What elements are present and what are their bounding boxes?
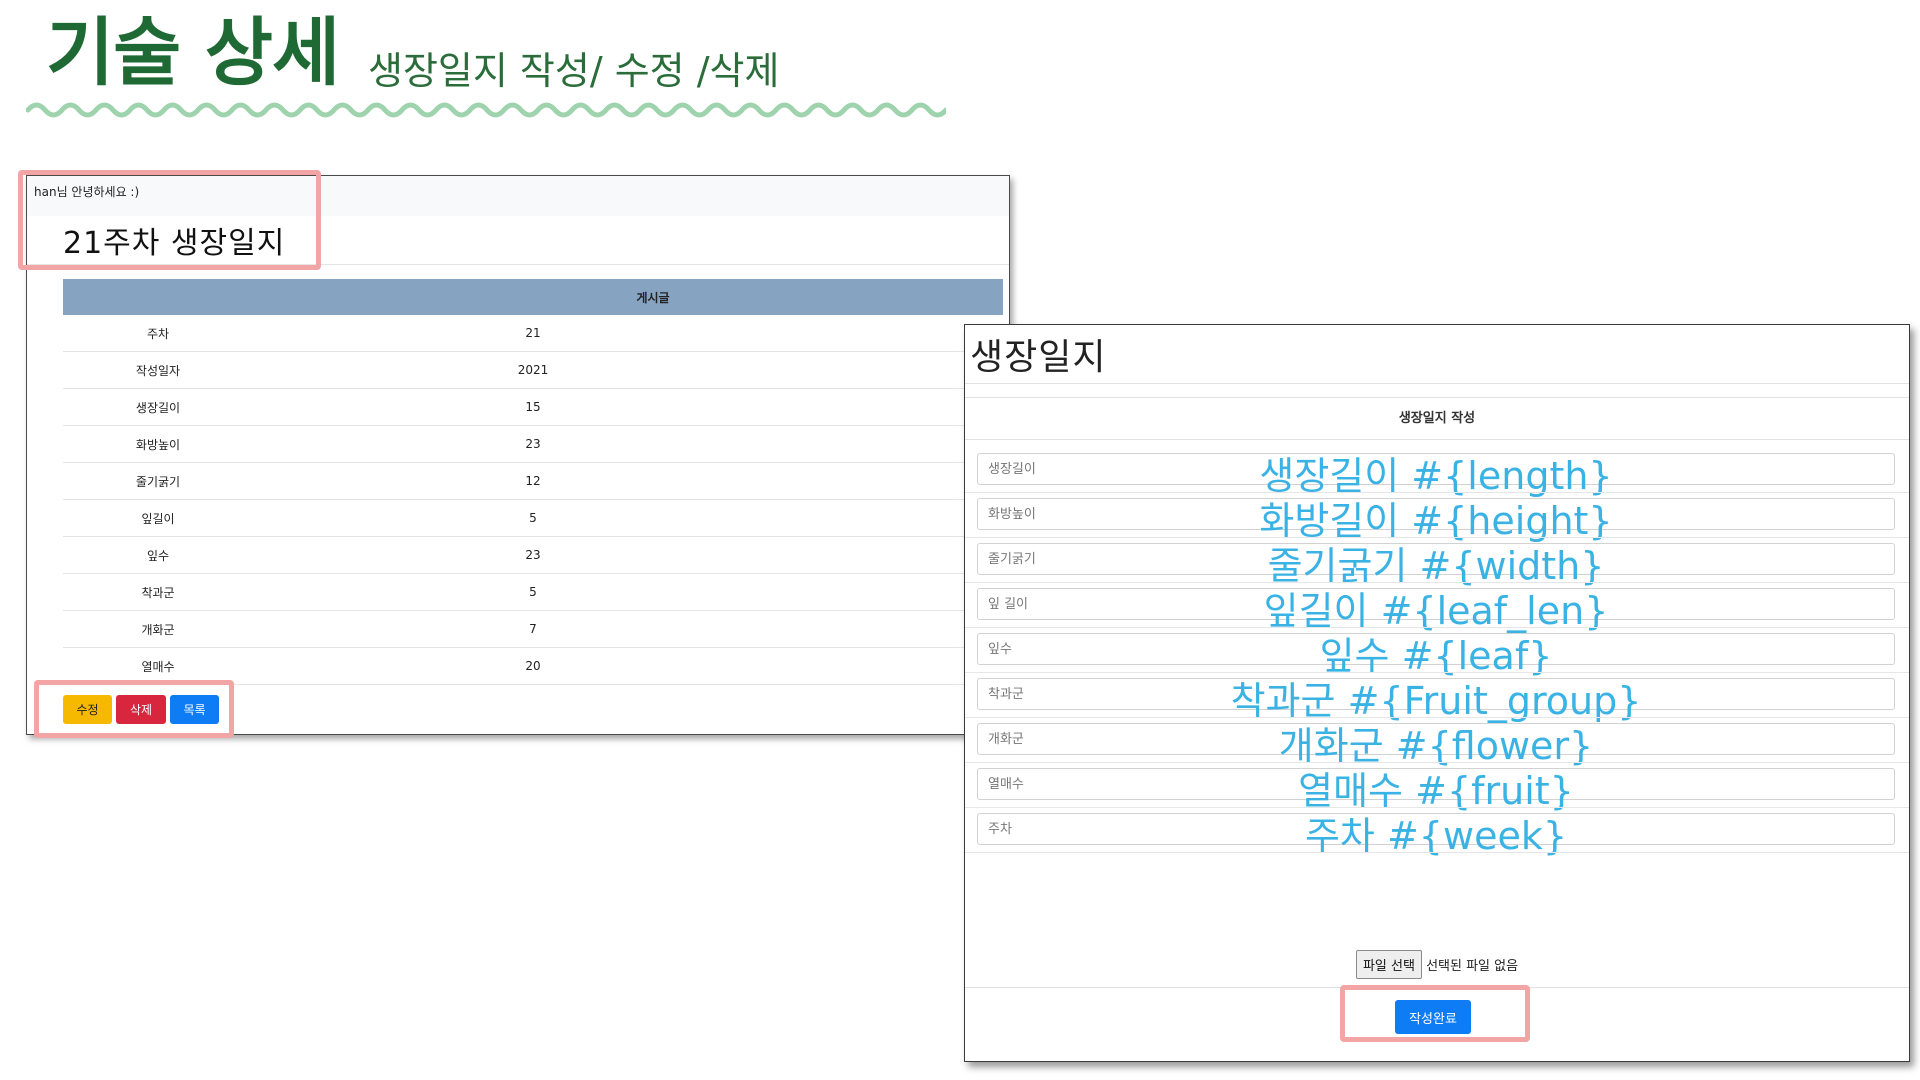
form-input[interactable] xyxy=(977,453,1895,485)
row-label: 잎수 xyxy=(63,536,253,574)
form-input[interactable] xyxy=(977,588,1895,620)
row-label: 잎길이 xyxy=(63,499,253,537)
highlight-title-box xyxy=(18,170,321,270)
row-label: 작성일자 xyxy=(63,351,253,389)
divider xyxy=(965,672,1909,673)
row-value: 2021 xyxy=(253,351,813,389)
row-label: 착과군 xyxy=(63,573,253,611)
table-row: 개화군 7 xyxy=(63,610,1003,648)
divider xyxy=(965,852,1909,853)
divider xyxy=(965,383,1909,384)
row-label: 줄기굵기 xyxy=(63,462,253,500)
row-value: 7 xyxy=(253,610,813,648)
row-value: 12 xyxy=(253,462,813,500)
divider xyxy=(965,807,1909,808)
divider xyxy=(965,492,1909,493)
table-row: 잎수 23 xyxy=(63,536,1003,574)
row-value: 5 xyxy=(253,573,813,611)
table-row: 열매수 20 xyxy=(63,647,1003,685)
wave-underline xyxy=(26,102,946,118)
divider xyxy=(965,439,1909,440)
row-label: 주차 xyxy=(63,315,253,352)
file-select-button[interactable]: 파일 선택 xyxy=(1355,950,1422,979)
row-value: 21 xyxy=(253,315,813,352)
row-value: 23 xyxy=(253,425,813,463)
divider xyxy=(965,717,1909,718)
highlight-submit-box xyxy=(1340,985,1530,1042)
growth-log-form-window: 생장일지 생장일지 작성 생장길이 #{length}화방길이 #{height… xyxy=(964,324,1910,1062)
row-value: 20 xyxy=(253,647,813,685)
divider xyxy=(965,627,1909,628)
form-input[interactable] xyxy=(977,543,1895,575)
form-field-row: 주차 #{week} xyxy=(977,813,1895,858)
form-field-row: 열매수 #{fruit} xyxy=(977,768,1895,813)
form-field-row: 생장길이 #{length} xyxy=(977,453,1895,498)
divider xyxy=(965,397,1909,398)
slide-title: 기술 상세 xyxy=(46,10,340,96)
form-field-row: 착과군 #{Fruit_group} xyxy=(977,678,1895,723)
table-row: 잎길이 5 xyxy=(63,499,1003,537)
form-input[interactable] xyxy=(977,768,1895,800)
form-field-row: 개화군 #{flower} xyxy=(977,723,1895,768)
form-title: 생장일지 작성 xyxy=(1398,411,1476,426)
form-input[interactable] xyxy=(977,498,1895,530)
form-field-row: 잎길이 #{leaf_len} xyxy=(977,588,1895,633)
form-field-row: 화방길이 #{height} xyxy=(977,498,1895,543)
form-field-row: 잎수 #{leaf} xyxy=(977,633,1895,678)
row-label: 생장길이 xyxy=(63,388,253,426)
row-value: 23 xyxy=(253,536,813,574)
form-heading: 생장일지 xyxy=(970,337,1107,378)
table-row: 줄기굵기 12 xyxy=(63,462,1003,500)
row-label: 화방높이 xyxy=(63,425,253,463)
divider xyxy=(965,582,1909,583)
post-detail-table: 게시글 주차 21 작성일자 2021 생장길이 15 화방높이 23 줄기굵기 12 잎길이 5 잎수… xyxy=(63,279,1003,685)
form-field-row: 줄기굵기 #{width} xyxy=(977,543,1895,588)
row-value: 15 xyxy=(253,388,813,426)
slide-subtitle: 생장일지 작성/ 수정 /삭제 xyxy=(368,49,780,93)
form-input[interactable] xyxy=(977,813,1895,845)
table-header-row: 게시글 xyxy=(63,279,1003,315)
table-row: 착과군 5 xyxy=(63,573,1003,611)
divider xyxy=(965,762,1909,763)
table-row: 화방높이 23 xyxy=(63,425,1003,463)
highlight-buttons-box xyxy=(34,680,234,738)
table-row: 주차 21 xyxy=(63,315,1003,352)
row-value: 5 xyxy=(253,499,813,537)
file-upload-row: 파일 선택 선택된 파일 없음 xyxy=(965,950,1909,979)
form-input[interactable] xyxy=(977,678,1895,710)
row-label: 열매수 xyxy=(63,647,253,685)
divider xyxy=(965,537,1909,538)
form-input[interactable] xyxy=(977,633,1895,665)
form-input[interactable] xyxy=(977,723,1895,755)
table-row: 작성일자 2021 xyxy=(63,351,1003,389)
row-label: 개화군 xyxy=(63,610,253,648)
table-header: 게시글 xyxy=(63,279,1003,315)
file-status-text: 선택된 파일 없음 xyxy=(1426,959,1519,974)
table-row: 생장길이 15 xyxy=(63,388,1003,426)
